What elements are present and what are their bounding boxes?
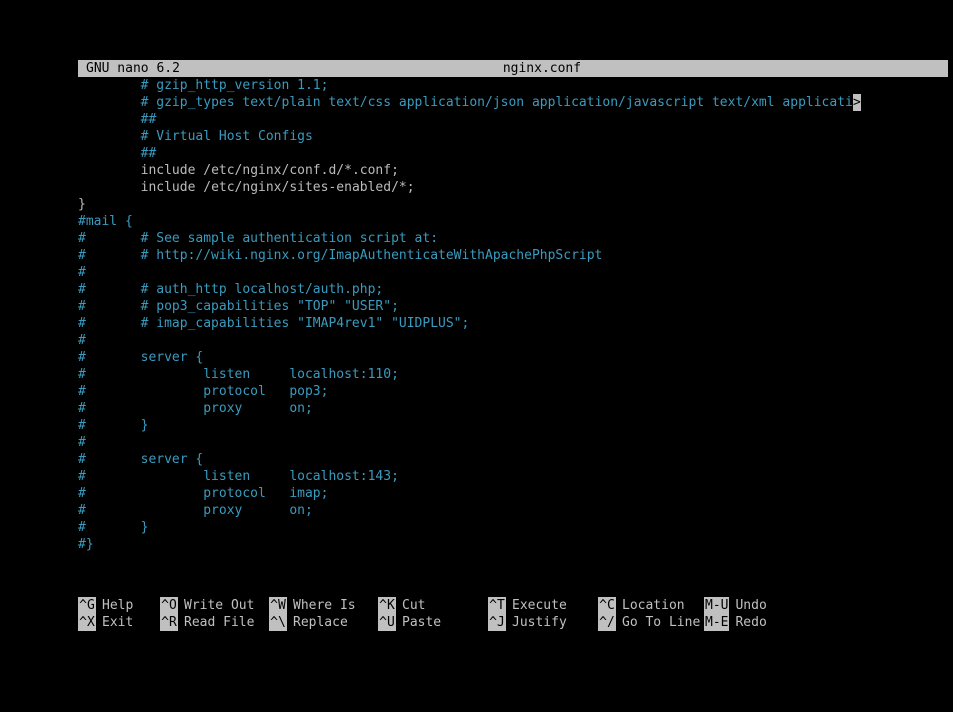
buffer-line: # protocol imap; — [78, 485, 948, 502]
wrap-indicator-icon: > — [853, 94, 861, 111]
buffer-line: } — [78, 196, 948, 213]
buffer-line: # gzip_types text/plain text/css applica… — [78, 94, 948, 111]
shortcut-key: ^\ — [269, 614, 287, 631]
shortcut-label: Redo — [729, 614, 766, 631]
shortcut-where-is[interactable]: ^WWhere Is — [269, 597, 378, 614]
title-bar: GNU nano 6.2 nginx.conf — [78, 60, 948, 77]
buffer-line: #mail { — [78, 213, 948, 230]
shortcut-label: Undo — [729, 597, 766, 614]
shortcut-exit[interactable]: ^XExit — [78, 614, 160, 631]
shortcut-label: Location — [616, 597, 685, 614]
shortcut-label: Justify — [506, 614, 567, 631]
buffer-line: # proxy on; — [78, 502, 948, 519]
buffer-line: # proxy on; — [78, 400, 948, 417]
buffer-line: # protocol pop3; — [78, 383, 948, 400]
buffer-line: # server { — [78, 349, 948, 366]
buffer-line: # } — [78, 519, 948, 536]
shortcut-execute[interactable]: ^TExecute — [488, 597, 598, 614]
shortcut-help[interactable]: ^GHelp — [78, 597, 160, 614]
shortcut-key: ^K — [378, 597, 396, 614]
buffer-line: # # pop3_capabilities "TOP" "USER"; — [78, 298, 948, 315]
shortcut-replace[interactable]: ^\Replace — [269, 614, 378, 631]
app-name: GNU nano 6.2 — [82, 60, 180, 77]
shortcut-key: ^O — [160, 597, 178, 614]
shortcut-key: M-U — [704, 597, 729, 614]
shortcut-key: ^X — [78, 614, 96, 631]
shortcut-redo[interactable]: M-ERedo — [704, 614, 784, 631]
buffer-line: # } — [78, 417, 948, 434]
shortcut-label: Paste — [396, 614, 441, 631]
shortcut-key: ^C — [598, 597, 616, 614]
buffer-line: # # imap_capabilities "IMAP4rev1" "UIDPL… — [78, 315, 948, 332]
buffer-line: # — [78, 434, 948, 451]
shortcut-key: ^J — [488, 614, 506, 631]
shortcut-key: ^/ — [598, 614, 616, 631]
buffer-line: # # See sample authentication script at: — [78, 230, 948, 247]
shortcut-row-1: ^GHelp^OWrite Out^WWhere Is^KCut^TExecut… — [78, 597, 948, 614]
buffer-line: # listen localhost:110; — [78, 366, 948, 383]
shortcut-location[interactable]: ^CLocation — [598, 597, 704, 614]
shortcut-label: Read File — [178, 614, 254, 631]
buffer-line: #} — [78, 536, 948, 553]
buffer-line: # — [78, 332, 948, 349]
shortcut-key: ^T — [488, 597, 506, 614]
buffer-line: ## — [78, 145, 948, 162]
shortcut-label: Replace — [287, 614, 348, 631]
shortcut-key: ^U — [378, 614, 396, 631]
buffer-line: # # auth_http localhost/auth.php; — [78, 281, 948, 298]
buffer-line: # — [78, 264, 948, 281]
editor-buffer[interactable]: # gzip_http_version 1.1; # gzip_types te… — [78, 77, 948, 553]
buffer-line: include /etc/nginx/sites-enabled/*; — [78, 179, 948, 196]
filename: nginx.conf — [180, 60, 904, 77]
shortcut-label: Cut — [396, 597, 425, 614]
shortcut-label: Go To Line — [616, 614, 700, 631]
shortcut-key: ^W — [269, 597, 287, 614]
shortcut-key: ^R — [160, 614, 178, 631]
shortcut-write-out[interactable]: ^OWrite Out — [160, 597, 269, 614]
shortcut-paste[interactable]: ^UPaste — [378, 614, 488, 631]
buffer-line: ## — [78, 111, 948, 128]
buffer-line: # listen localhost:143; — [78, 468, 948, 485]
shortcut-label: Execute — [506, 597, 567, 614]
buffer-line: # Virtual Host Configs — [78, 128, 948, 145]
buffer-line: # server { — [78, 451, 948, 468]
buffer-line: include /etc/nginx/conf.d/*.conf; — [78, 162, 948, 179]
buffer-line: # # http://wiki.nginx.org/ImapAuthentica… — [78, 247, 948, 264]
shortcut-label: Where Is — [287, 597, 356, 614]
shortcut-key: ^G — [78, 597, 96, 614]
nano-editor[interactable]: GNU nano 6.2 nginx.conf # gzip_http_vers… — [78, 60, 948, 553]
shortcut-cut[interactable]: ^KCut — [378, 597, 488, 614]
shortcut-read-file[interactable]: ^RRead File — [160, 614, 269, 631]
buffer-line: # gzip_http_version 1.1; — [78, 77, 948, 94]
shortcut-justify[interactable]: ^JJustify — [488, 614, 598, 631]
shortcut-label: Exit — [96, 614, 133, 631]
shortcut-key: M-E — [704, 614, 729, 631]
shortcut-row-2: ^XExit^RRead File^\Replace^UPaste^JJusti… — [78, 614, 948, 631]
shortcut-go-to-line[interactable]: ^/Go To Line — [598, 614, 704, 631]
shortcut-bar: ^GHelp^OWrite Out^WWhere Is^KCut^TExecut… — [78, 597, 948, 631]
shortcut-label: Write Out — [178, 597, 254, 614]
shortcut-undo[interactable]: M-UUndo — [704, 597, 784, 614]
shortcut-label: Help — [96, 597, 133, 614]
